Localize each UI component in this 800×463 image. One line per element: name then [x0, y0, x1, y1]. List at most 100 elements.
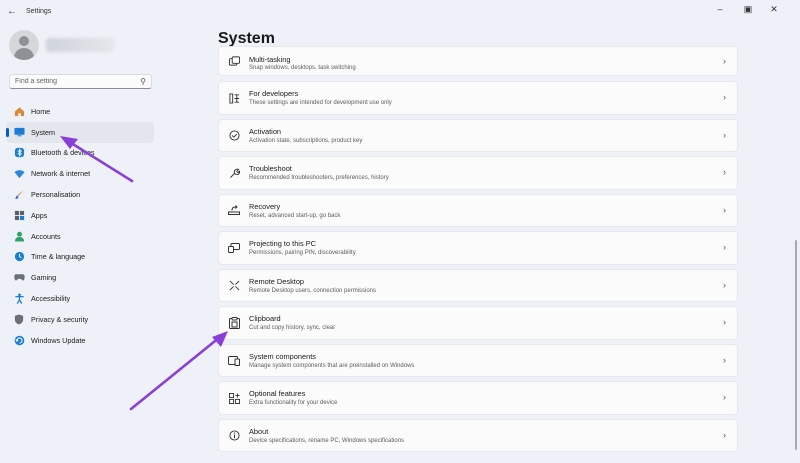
sidebar-item-bluetooth-devices[interactable]: Bluetooth & devices [6, 143, 154, 164]
setting-card-optional-features[interactable]: Optional features Extra functionality fo… [218, 381, 738, 415]
sidebar-item-label: Personalisation [31, 190, 81, 200]
optional-features-icon [228, 392, 240, 404]
sidebar-item-label: Gaming [31, 273, 57, 283]
sidebar-item-time-language[interactable]: Time & language [6, 247, 154, 268]
search-icon[interactable]: ⚲ [140, 77, 146, 86]
apps-icon [13, 209, 25, 221]
scrollbar[interactable] [795, 240, 797, 450]
chevron-right-icon: › [723, 92, 726, 102]
components-icon [228, 355, 240, 367]
setting-card-recovery[interactable]: Recovery Reset, advanced start-up, go ba… [218, 193, 738, 227]
account-name-blurred [46, 38, 114, 52]
setting-card-troubleshoot[interactable]: Troubleshoot Recommended troubleshooters… [218, 156, 738, 190]
card-subtitle: Permissions, pairing PIN, discoverabilit… [249, 250, 356, 256]
card-title: System components [249, 351, 316, 361]
app-title: Settings [26, 8, 52, 15]
sidebar-item-privacy-security[interactable]: Privacy & security [6, 309, 154, 330]
sidebar-item-home[interactable]: Home [6, 101, 154, 122]
sidebar-item-label: Privacy & security [31, 314, 89, 324]
card-title: Multi-tasking [249, 55, 291, 64]
card-subtitle: These settings are intended for developm… [249, 100, 392, 106]
setting-card-for-developers[interactable]: For developers These settings are intend… [218, 81, 738, 115]
globe-clock-icon [13, 251, 25, 263]
sidebar-item-label: Apps [31, 210, 48, 220]
main-content: System Multi-tasking Snap windows, deskt… [218, 0, 800, 463]
setting-card-clipboard[interactable]: Clipboard Cut and copy history, sync, cl… [218, 306, 738, 340]
search-input[interactable] [10, 78, 130, 85]
wrench-icon [228, 167, 240, 179]
setting-card-about[interactable]: About Device specifications, rename PC, … [218, 418, 738, 452]
card-title: For developers [249, 89, 299, 98]
setting-card-remote-desktop[interactable]: Remote Desktop Remote Desktop users, con… [218, 268, 738, 302]
search-box[interactable]: ⚲ [9, 74, 152, 89]
sidebar-item-accounts[interactable]: Accounts [6, 226, 154, 247]
chevron-right-icon: › [723, 56, 726, 66]
chevron-right-icon: › [723, 129, 726, 140]
sidebar-item-label: Accounts [31, 231, 61, 241]
sidebar-item-label: Bluetooth & devices [31, 148, 95, 158]
card-title: Optional features [249, 389, 306, 398]
sidebar-item-label: Time & language [31, 252, 86, 262]
card-subtitle: Snap windows, desktops, task switching [249, 65, 356, 71]
card-subtitle: Remote Desktop users, connection permiss… [249, 287, 377, 294]
sidebar-item-system[interactable]: System [6, 121, 154, 143]
sidebar-item-label: Home [31, 106, 51, 116]
sidebar-item-gaming[interactable]: Gaming [6, 267, 154, 288]
accessibility-icon [13, 293, 25, 305]
card-title: Troubleshoot [249, 164, 292, 173]
back-arrow-icon[interactable]: ← [6, 6, 18, 18]
info-icon [228, 430, 240, 442]
home-icon [13, 105, 25, 117]
card-subtitle: Reset, advanced start-up, go back [249, 212, 341, 219]
card-title: Recovery [249, 201, 281, 211]
sidebar-item-label: Network & internet [31, 169, 91, 179]
sidebar: ⚲ Home System Bluetooth & devices Networ… [0, 24, 160, 463]
wifi-icon [13, 168, 25, 180]
card-subtitle: Recommended troubleshooters, preferences… [249, 175, 389, 181]
card-subtitle: Cut and copy history, sync, clear [249, 325, 336, 331]
sidebar-item-label: System [31, 127, 55, 137]
setting-card-system-components[interactable]: System components Manage system componen… [218, 343, 738, 377]
card-subtitle: Manage system components that are preins… [249, 362, 415, 369]
chevron-right-icon: › [723, 317, 726, 327]
sidebar-nav: Home System Bluetooth & devices Network … [6, 101, 154, 351]
setting-card-projecting-to-this-pc[interactable]: Projecting to this PC Permissions, pairi… [218, 231, 738, 265]
card-subtitle: Activation state, subscriptions, product… [249, 137, 363, 144]
card-title: Clipboard [249, 314, 281, 323]
sidebar-item-windows-update[interactable]: Windows Update [6, 330, 154, 351]
avatar[interactable] [9, 30, 39, 60]
setting-card-multitasking[interactable]: Multi-tasking Snap windows, desktops, ta… [218, 46, 738, 76]
shield-icon [13, 313, 25, 325]
clipboard-icon [228, 317, 240, 329]
bluetooth-icon [13, 147, 25, 159]
monitor-icon [13, 126, 25, 138]
update-icon [13, 334, 25, 346]
sidebar-item-personalisation[interactable]: Personalisation [6, 184, 154, 205]
brush-icon [13, 189, 25, 201]
card-subtitle: Extra functionality for your device [249, 400, 338, 406]
setting-card-activation[interactable]: Activation Activation state, subscriptio… [218, 118, 738, 152]
card-title: Projecting to this PC [249, 239, 316, 248]
sidebar-item-apps[interactable]: Apps [6, 205, 154, 226]
card-title: Activation [249, 126, 282, 136]
sidebar-item-network[interactable]: Network & internet [6, 163, 154, 184]
card-title: About [249, 426, 269, 436]
developer-tools-icon [228, 92, 240, 104]
card-title: Remote Desktop [249, 276, 305, 286]
chevron-right-icon: › [723, 242, 726, 252]
check-circle-icon [228, 130, 240, 142]
multitasking-icon [228, 55, 240, 67]
chevron-right-icon: › [723, 204, 726, 215]
chevron-right-icon: › [723, 279, 726, 290]
recovery-icon [228, 205, 240, 217]
card-subtitle: Device specifications, rename PC, Window… [249, 437, 405, 444]
sidebar-item-label: Windows Update [31, 335, 86, 345]
sidebar-item-label: Accessibility [31, 294, 71, 304]
projector-icon [228, 242, 240, 254]
chevron-right-icon: › [723, 429, 726, 440]
chevron-right-icon: › [723, 392, 726, 402]
chevron-right-icon: › [723, 167, 726, 177]
remote-desktop-icon [228, 280, 240, 292]
person-icon [13, 230, 25, 242]
sidebar-item-accessibility[interactable]: Accessibility [6, 288, 154, 309]
